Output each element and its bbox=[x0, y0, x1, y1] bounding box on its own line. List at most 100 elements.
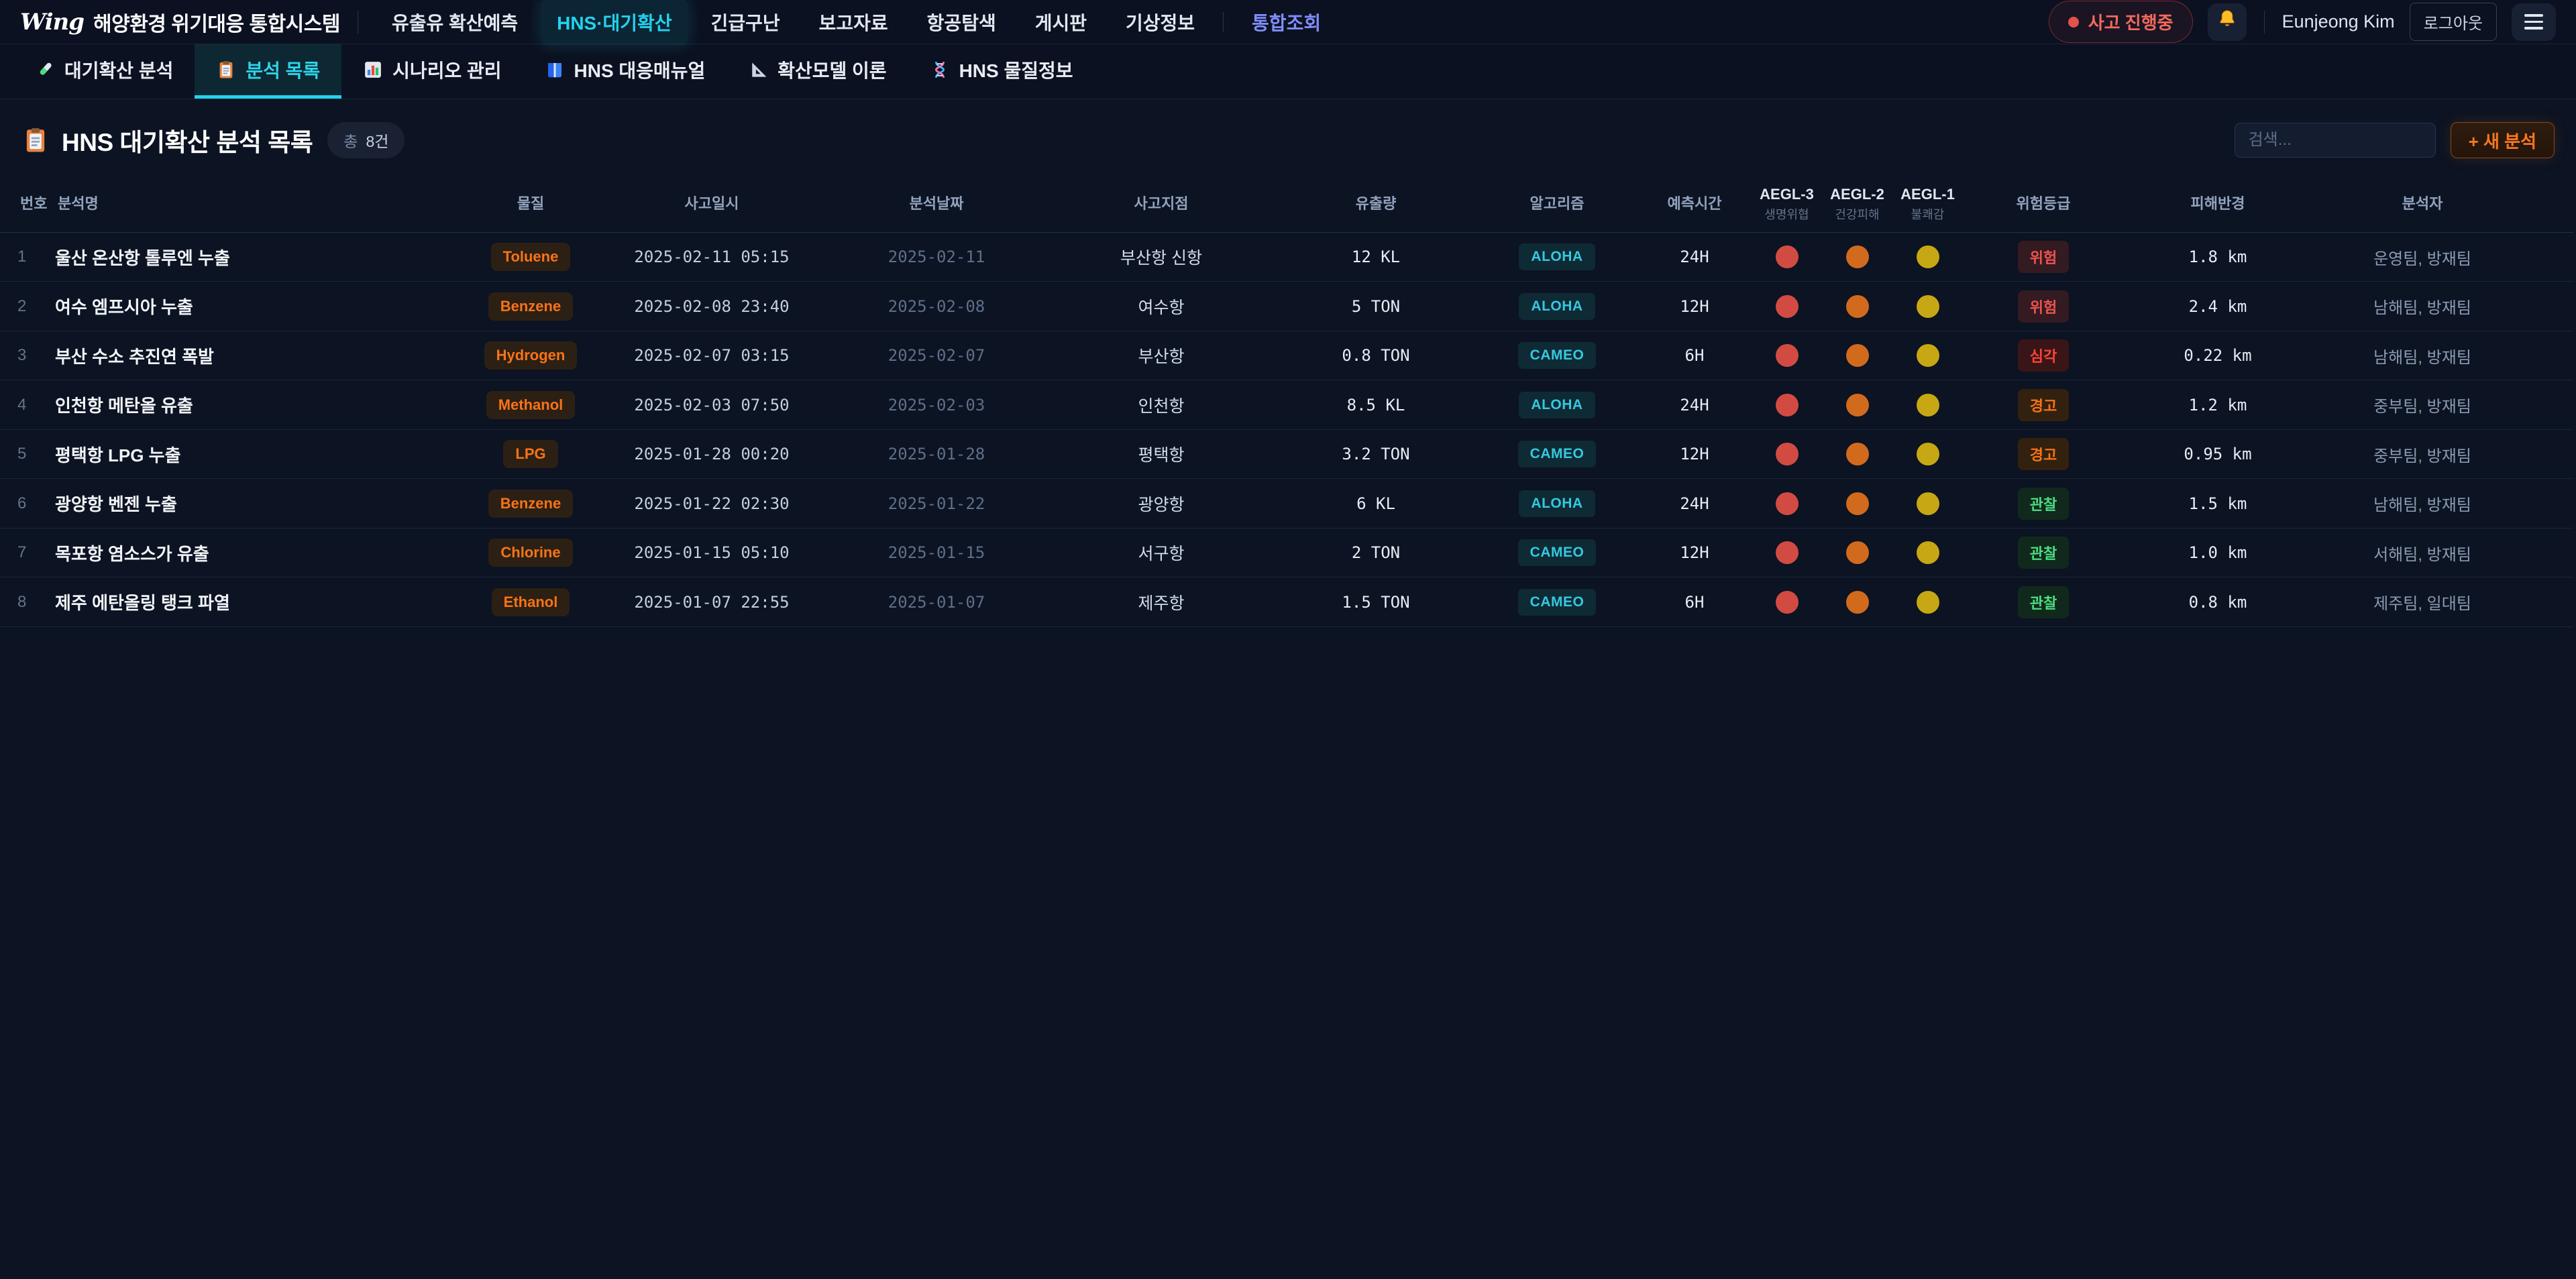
grade-cell: 경고 bbox=[1963, 438, 2124, 470]
row-number: 5 bbox=[17, 445, 55, 463]
spill-amount: 5 TON bbox=[1275, 297, 1477, 316]
risk-grade-badge: 관찰 bbox=[2018, 488, 2069, 520]
risk-grade-badge: 경고 bbox=[2018, 389, 2069, 421]
material-badge: LPG bbox=[503, 440, 557, 468]
forecast-duration: 6H bbox=[1638, 593, 1752, 612]
aegl2-indicator-icon bbox=[1846, 245, 1869, 268]
tab-시나리오 관리[interactable]: 시나리오 관리 bbox=[341, 44, 523, 99]
material-cell: Ethanol bbox=[464, 588, 598, 616]
spill-amount: 1.5 TON bbox=[1275, 593, 1477, 612]
damage-radius: 2.4 km bbox=[2124, 297, 2312, 316]
new-analysis-button[interactable]: + 새 분석 bbox=[2451, 122, 2555, 158]
set-square-icon bbox=[748, 60, 768, 80]
analysis-date: 2025-02-11 bbox=[826, 247, 1047, 266]
nav-item-게시판[interactable]: 게시판 bbox=[1019, 0, 1103, 45]
table-row[interactable]: 1울산 온산항 톨루엔 누출Toluene2025-02-11 05:15202… bbox=[0, 233, 2573, 282]
aegl3-cell bbox=[1752, 295, 1822, 318]
tab-HNS 대응매뉴얼[interactable]: HNS 대응매뉴얼 bbox=[523, 44, 727, 99]
search-input[interactable] bbox=[2235, 123, 2436, 158]
spill-amount: 3.2 TON bbox=[1275, 445, 1477, 463]
nav-item-HNS·대기확산[interactable]: HNS·대기확산 bbox=[541, 0, 688, 45]
table-row[interactable]: 3부산 수소 추진연 폭발Hydrogen2025-02-07 03:15202… bbox=[0, 331, 2573, 381]
table-row[interactable]: 2여수 엠프시아 누출Benzene2025-02-08 23:402025-0… bbox=[0, 282, 2573, 331]
material-cell: Chlorine bbox=[464, 539, 598, 567]
analysis-table: 번호 분석명 물질 사고일시 분석날짜 사고지점 유출량 알고리즘 예측시간 A… bbox=[0, 176, 2576, 627]
algorithm-badge: CAMEO bbox=[1518, 342, 1597, 369]
aegl1-cell bbox=[1892, 344, 1963, 367]
aegl1-indicator-icon bbox=[1917, 541, 1939, 564]
bell-icon bbox=[2216, 9, 2238, 35]
nav-item-항공탐색[interactable]: 항공탐색 bbox=[911, 0, 1012, 45]
analysis-date: 2025-02-08 bbox=[826, 297, 1047, 316]
table-row[interactable]: 6광양항 벤젠 누출Benzene2025-01-22 02:302025-01… bbox=[0, 479, 2573, 529]
tab-HNS 물질정보[interactable]: HNS 물질정보 bbox=[908, 44, 1095, 99]
aegl1-indicator-icon bbox=[1917, 591, 1939, 614]
table-row[interactable]: 7목포항 염소스가 유출Chlorine2025-01-15 05:102025… bbox=[0, 529, 2573, 578]
aegl3-cell bbox=[1752, 443, 1822, 465]
aegl3-indicator-icon bbox=[1776, 344, 1799, 367]
spill-amount: 0.8 TON bbox=[1275, 346, 1477, 365]
aegl3-indicator-icon bbox=[1776, 245, 1799, 268]
aegl1-indicator-icon bbox=[1917, 295, 1939, 318]
analysis-name: 평택항 LPG 누출 bbox=[55, 442, 464, 467]
nav-item-유출유 확산예측[interactable]: 유출유 확산예측 bbox=[376, 0, 534, 45]
aegl2-indicator-icon bbox=[1846, 295, 1869, 318]
aegl1-cell bbox=[1892, 245, 1963, 268]
spill-amount: 2 TON bbox=[1275, 543, 1477, 562]
nav-item-보고자료[interactable]: 보고자료 bbox=[803, 0, 904, 45]
nav-item-통합조회[interactable]: 통합조회 bbox=[1236, 0, 1337, 45]
algorithm-cell: ALOHA bbox=[1477, 293, 1638, 320]
tab-대기확산 분석[interactable]: 대기확산 분석 bbox=[13, 44, 195, 99]
table-row[interactable]: 4인천항 메탄올 유출Methanol2025-02-03 07:502025-… bbox=[0, 380, 2573, 430]
hamburger-icon bbox=[2524, 14, 2543, 30]
damage-radius: 0.22 km bbox=[2124, 346, 2312, 365]
brand-logo: Wing bbox=[20, 9, 84, 36]
col-header-name: 분석명 bbox=[55, 185, 464, 223]
risk-grade-badge: 위험 bbox=[2018, 241, 2069, 273]
table-row[interactable]: 8제주 에탄올링 탱크 파열Ethanol2025-01-07 22:55202… bbox=[0, 577, 2573, 627]
tab-label: 분석 목록 bbox=[246, 56, 320, 83]
aegl2-cell bbox=[1822, 245, 1892, 268]
aegl3-indicator-icon bbox=[1776, 394, 1799, 416]
tab-확산모델 이론[interactable]: 확산모델 이론 bbox=[727, 44, 908, 99]
tab-분석 목록[interactable]: 분석 목록 bbox=[195, 44, 341, 99]
material-cell: Toluene bbox=[464, 243, 598, 271]
incident-datetime: 2025-02-11 05:15 bbox=[598, 247, 826, 266]
aegl2-cell bbox=[1822, 344, 1892, 367]
nav-item-기상정보[interactable]: 기상정보 bbox=[1110, 0, 1211, 45]
algorithm-cell: CAMEO bbox=[1477, 589, 1638, 616]
clipboard-icon bbox=[21, 126, 50, 154]
forecast-duration: 12H bbox=[1638, 445, 1752, 463]
algorithm-cell: CAMEO bbox=[1477, 441, 1638, 467]
menu-button[interactable] bbox=[2512, 3, 2556, 41]
incident-datetime: 2025-01-22 02:30 bbox=[598, 494, 826, 513]
aegl3-cell bbox=[1752, 492, 1822, 515]
grade-cell: 관찰 bbox=[1963, 586, 2124, 618]
dna-icon bbox=[930, 60, 950, 80]
algorithm-badge: CAMEO bbox=[1518, 589, 1597, 616]
table-row[interactable]: 5평택항 LPG 누출LPG2025-01-28 00:202025-01-28… bbox=[0, 430, 2573, 480]
material-badge: Hydrogen bbox=[484, 341, 578, 370]
grade-cell: 심각 bbox=[1963, 339, 2124, 372]
analysis-name: 울산 온산항 톨루엔 누출 bbox=[55, 245, 464, 270]
logout-button[interactable]: 로그아웃 bbox=[2410, 3, 2497, 41]
nav-item-긴급구난[interactable]: 긴급구난 bbox=[695, 0, 796, 45]
aegl1-cell bbox=[1892, 541, 1963, 564]
grade-cell: 위험 bbox=[1963, 290, 2124, 323]
bar-chart-icon bbox=[363, 60, 383, 80]
aegl2-cell bbox=[1822, 541, 1892, 564]
aegl3-cell bbox=[1752, 591, 1822, 614]
notifications-button[interactable] bbox=[2208, 3, 2247, 41]
damage-radius: 1.2 km bbox=[2124, 396, 2312, 414]
aegl3-indicator-icon bbox=[1776, 492, 1799, 515]
damage-radius: 0.95 km bbox=[2124, 445, 2312, 463]
page-title: HNS 대기확산 분석 목록 bbox=[21, 122, 313, 158]
material-cell: Benzene bbox=[464, 490, 598, 518]
damage-radius: 0.8 km bbox=[2124, 593, 2312, 612]
col-header-analyst: 분석자 bbox=[2312, 185, 2533, 223]
col-header-location: 사고지점 bbox=[1047, 185, 1275, 223]
material-badge: Methanol bbox=[486, 391, 576, 419]
material-badge: Toluene bbox=[491, 243, 571, 271]
aegl3-indicator-icon bbox=[1776, 443, 1799, 465]
aegl2-indicator-icon bbox=[1846, 591, 1869, 614]
